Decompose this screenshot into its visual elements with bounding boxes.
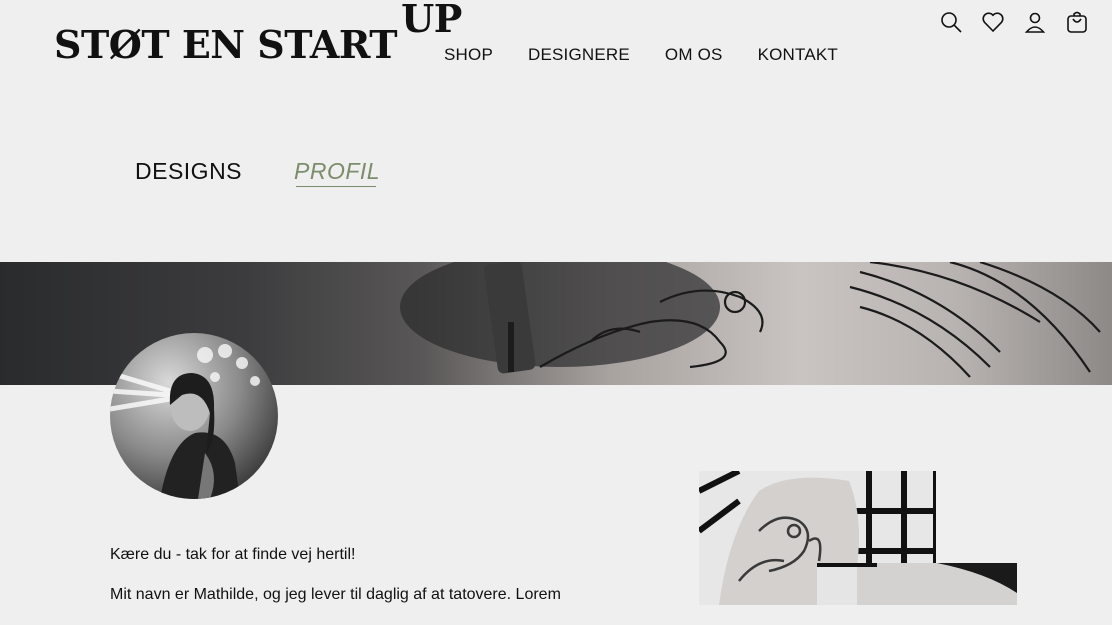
intro-paragraph: Mit navn er Mathilde, og jeg lever til d… — [110, 586, 561, 603]
tab-profil[interactable]: PROFIL — [294, 158, 380, 187]
user-icon[interactable] — [1022, 8, 1048, 36]
tattoo-detail-photo — [817, 563, 1017, 605]
main-nav: SHOP DESIGNERE OM OS KONTAKT — [444, 45, 838, 65]
heart-icon[interactable] — [980, 8, 1006, 36]
nav-designere[interactable]: DESIGNERE — [528, 45, 630, 65]
gallery-image[interactable] — [817, 563, 1017, 605]
nav-kontakt[interactable]: KONTAKT — [758, 45, 838, 65]
intro-greeting: Kære du - tak for at finde vej hertil! — [110, 546, 356, 563]
logo-text: STØT EN START — [54, 22, 398, 67]
logo-superscript: UP — [401, 0, 462, 41]
tab-designs[interactable]: DESIGNS — [135, 158, 242, 185]
profile-gallery — [699, 471, 1017, 605]
portrait-photo — [110, 344, 260, 499]
profile-avatar — [110, 333, 278, 499]
profile-tabs: DESIGNS PROFIL — [135, 158, 380, 187]
profile-intro: Kære du - tak for at finde vej hertil! M… — [110, 545, 590, 625]
nav-shop[interactable]: SHOP — [444, 45, 493, 65]
header-icons — [938, 8, 1090, 36]
nav-om-os[interactable]: OM OS — [665, 45, 723, 65]
search-icon[interactable] — [938, 8, 964, 36]
shopping-bag-icon[interactable] — [1064, 8, 1090, 36]
site-logo[interactable]: STØT EN STARTUP — [54, 0, 462, 67]
